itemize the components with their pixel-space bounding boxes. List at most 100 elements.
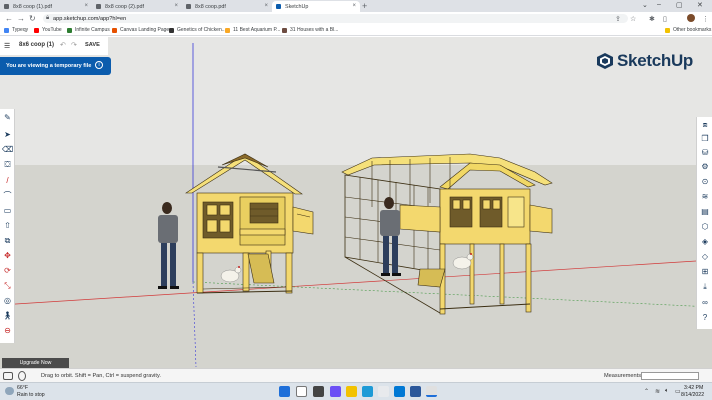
search-icon[interactable]: [296, 386, 307, 397]
layers-icon[interactable]: ≋: [699, 191, 711, 203]
close-tab-icon[interactable]: ×: [174, 3, 178, 9]
walk-icon[interactable]: 🚶︎: [2, 310, 13, 321]
chrome-active-icon[interactable]: [426, 386, 437, 397]
browser-tab[interactable]: 8x8 coop (2).pdf ×: [92, 1, 182, 12]
wifi-icon[interactable]: ≋: [655, 388, 660, 395]
bookmark-item[interactable]: Typeqy: [4, 27, 28, 33]
move-icon[interactable]: ✥: [2, 250, 13, 261]
battery-icon[interactable]: ▭: [675, 388, 681, 395]
bookmark-star-icon[interactable]: ☆: [630, 15, 636, 23]
3d-viewport[interactable]: [0, 37, 712, 368]
sketchup-app: ☰ 8x6 coop (1) ↶ ↷ SAVE You are viewing …: [0, 37, 712, 368]
teams-chat-icon[interactable]: [330, 386, 341, 397]
close-window-icon[interactable]: ✕: [697, 1, 703, 9]
chrome-icon[interactable]: [378, 386, 389, 397]
browser-menu-icon[interactable]: ⋮: [702, 15, 709, 23]
pdf-icon: [96, 4, 101, 9]
share-icon[interactable]: ⇪: [615, 15, 621, 23]
windows-taskbar: 66°F Rain to stop ⌃ ≋ 🔈︎ ▭ 3:42 PM 8/14/…: [0, 382, 712, 400]
reload-icon[interactable]: ↻: [29, 14, 36, 23]
instructor-icon[interactable]: ◈: [699, 236, 711, 248]
extensions-icon[interactable]: ✱: [649, 15, 655, 23]
help-icon[interactable]: ?: [699, 312, 711, 324]
scenes-icon[interactable]: ⊙: [699, 176, 711, 188]
other-bookmarks[interactable]: Other bookmarks: [665, 27, 711, 33]
word-icon[interactable]: [410, 386, 421, 397]
store-icon[interactable]: [394, 386, 405, 397]
scale-icon[interactable]: ⤡: [2, 280, 13, 291]
rotate-icon[interactable]: ⟳: [2, 265, 13, 276]
maximize-icon[interactable]: ▢: [676, 1, 683, 9]
volume-icon[interactable]: 🔈︎: [665, 388, 669, 395]
youtube-icon: [34, 27, 39, 33]
tape-measure-icon[interactable]: ◎: [2, 295, 13, 306]
browser-tab[interactable]: 8x8 coop.pdf ×: [182, 1, 272, 12]
pdf-icon: [186, 4, 191, 9]
forward-icon[interactable]: →: [17, 14, 25, 23]
bookmark-item[interactable]: Genetics of Chicken...: [169, 27, 226, 33]
bookmark-item[interactable]: YouTube: [34, 27, 62, 33]
materials-icon[interactable]: ⛁: [699, 147, 711, 159]
info-icon[interactable]: i: [95, 61, 103, 69]
push-pull-icon[interactable]: ⇧: [2, 220, 13, 231]
save-button[interactable]: SAVE: [85, 42, 100, 48]
download-icon[interactable]: ⤓: [699, 281, 711, 293]
bookmark-item[interactable]: Canvas Landing Page: [112, 27, 169, 33]
tray-chevron-icon[interactable]: ⌃: [644, 388, 649, 395]
bookmark-item[interactable]: 11 Best Aquarium P...: [225, 27, 280, 33]
search-tools-icon[interactable]: ✎: [2, 112, 13, 123]
outliner-icon[interactable]: ▤: [699, 206, 711, 218]
browser-tab[interactable]: 8x8 coop (1).pdf ×: [0, 1, 92, 12]
undo-icon[interactable]: ↶: [60, 41, 66, 49]
lock-icon[interactable]: 🔒︎: [46, 15, 49, 22]
bookmark-item[interactable]: 31 Houses with a Bl...: [282, 27, 338, 33]
windows-start-icon[interactable]: [279, 386, 290, 397]
sketchup-favicon-icon: [276, 4, 281, 9]
section-plane-icon[interactable]: ⊖: [2, 325, 13, 336]
user-icon[interactable]: [18, 371, 26, 381]
redo-icon[interactable]: ↷: [71, 41, 77, 49]
hamburger-menu-icon[interactable]: ☰: [4, 42, 10, 50]
rectangle-icon[interactable]: ▭: [2, 205, 13, 216]
eraser-icon[interactable]: ⌫: [2, 144, 13, 155]
new-tab-icon[interactable]: +: [362, 1, 367, 11]
profile-avatar[interactable]: [687, 14, 695, 22]
file-explorer-icon[interactable]: [346, 386, 357, 397]
bookmark-item[interactable]: Infinite Campus: [67, 27, 110, 33]
status-bar: Drag to orbit. Shift = Pan, Ctrl = suspe…: [0, 368, 712, 382]
measurements-input[interactable]: [641, 372, 699, 380]
side-panel-icon[interactable]: ▯: [663, 15, 667, 23]
arc-icon[interactable]: ⌒: [2, 190, 13, 201]
pdf-icon: [4, 4, 9, 9]
close-tab-icon[interactable]: ×: [84, 3, 88, 9]
address-bar[interactable]: 🔒︎ app.sketchup.com/app?hl=en: [43, 14, 628, 23]
solid-tools-icon[interactable]: ⬡: [699, 221, 711, 233]
instructor-toggle-icon[interactable]: [3, 372, 13, 380]
browser-tab-strip: 8x8 coop (1).pdf × 8x8 coop (2).pdf × 8x…: [0, 0, 712, 12]
bookmark-icon: [4, 27, 9, 33]
close-tab-icon[interactable]: ×: [264, 3, 268, 9]
back-icon[interactable]: ←: [5, 14, 13, 23]
left-toolbar: ✎ ➤ ⌫ ⛋ / ⌒ ▭ ⇧ ⧉ ✥ ⟳ ⤡ ◎ 🚶︎ ⊖: [0, 109, 15, 343]
glasses-icon[interactable]: ∞: [699, 297, 711, 309]
close-tab-icon[interactable]: ×: [352, 3, 356, 9]
views-icon[interactable]: ⊞: [699, 266, 711, 278]
bookmark-icon: [225, 27, 230, 33]
bookmark-icon: [169, 27, 174, 33]
entity-info-icon[interactable]: ⧈: [699, 119, 711, 131]
offset-icon[interactable]: ⧉: [2, 235, 13, 246]
tab-search-icon[interactable]: ⌄: [642, 1, 648, 9]
paint-bucket-icon[interactable]: ⛋: [2, 159, 13, 170]
line-icon[interactable]: /: [2, 175, 13, 186]
browser-toolbar: ← → ↻ 🔒︎ app.sketchup.com/app?hl=en ⇪ ☆ …: [0, 12, 712, 25]
upgrade-now-button[interactable]: Upgrade Now: [2, 358, 69, 368]
task-view-icon[interactable]: [313, 386, 324, 397]
styles-icon[interactable]: ⚙: [699, 161, 711, 173]
select-icon[interactable]: ➤: [2, 129, 13, 140]
display-icon[interactable]: ◇: [699, 251, 711, 263]
minimize-icon[interactable]: –: [657, 1, 661, 8]
browser-tab-active[interactable]: SketchUp ×: [272, 1, 360, 12]
file-name[interactable]: 8x6 coop (1): [19, 42, 54, 48]
components-icon[interactable]: ❒: [699, 133, 711, 145]
edge-browser-icon[interactable]: [362, 386, 373, 397]
